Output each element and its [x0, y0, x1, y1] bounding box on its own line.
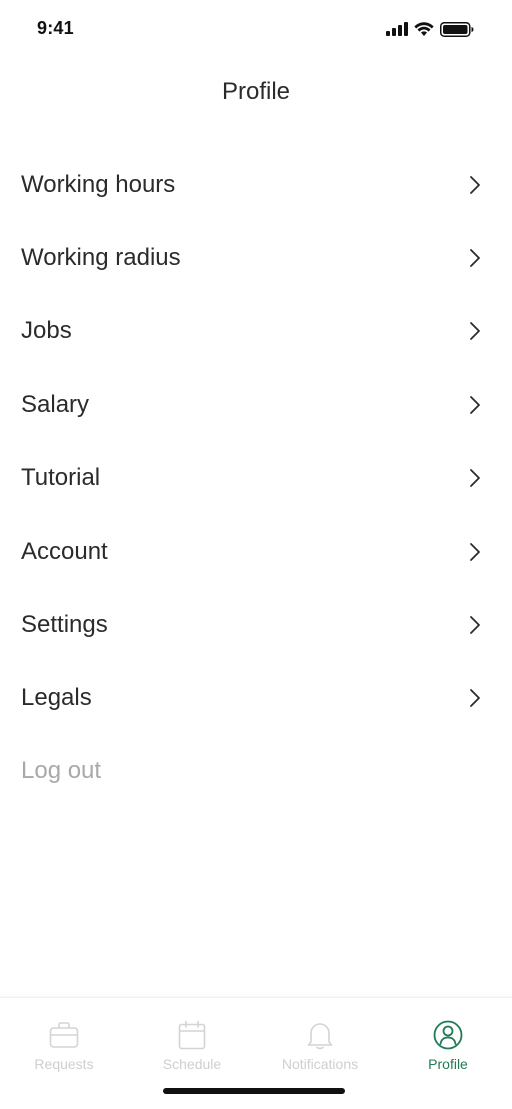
menu-item-label: Jobs: [21, 317, 72, 345]
logout-button[interactable]: Log out: [21, 757, 101, 785]
wifi-icon: [414, 21, 434, 37]
cellular-signal-icon: [386, 22, 408, 36]
tab-schedule[interactable]: Schedule: [128, 998, 256, 1088]
chevron-right-icon: [468, 175, 482, 195]
menu-item-label: Salary: [21, 390, 90, 418]
menu-item-label: Settings: [21, 611, 108, 639]
tab-profile[interactable]: Profile: [384, 998, 512, 1088]
status-icons: [386, 19, 474, 39]
menu-item-working-radius[interactable]: Working radius: [0, 221, 512, 294]
battery-icon: [440, 21, 474, 37]
menu-item-salary[interactable]: Salary: [0, 368, 512, 441]
menu-item-label: Working radius: [21, 244, 181, 272]
calendar-icon: [176, 1019, 208, 1051]
menu-item-working-hours[interactable]: Working hours: [0, 148, 512, 221]
menu-item-legals[interactable]: Legals: [0, 662, 512, 735]
tab-label: Requests: [34, 1056, 94, 1072]
chevron-right-icon: [468, 395, 482, 415]
menu-item-label: Working hours: [21, 170, 176, 198]
menu-item-label: Account: [21, 537, 108, 565]
home-indicator: [163, 1088, 345, 1094]
user-circle-icon: [432, 1019, 464, 1051]
chevron-right-icon: [468, 321, 482, 341]
status-bar: 9:41: [0, 0, 512, 58]
chevron-right-icon: [468, 468, 482, 488]
tab-label: Schedule: [162, 1056, 222, 1072]
menu-item-settings[interactable]: Settings: [0, 588, 512, 661]
chevron-right-icon: [468, 615, 482, 635]
tab-label: Notifications: [281, 1056, 359, 1072]
menu-item-account[interactable]: Account: [0, 515, 512, 588]
tab-notifications[interactable]: Notifications: [256, 998, 384, 1088]
page-title: Profile: [221, 78, 291, 105]
status-time: 9:41: [37, 18, 74, 38]
menu-item-jobs[interactable]: Jobs: [0, 295, 512, 368]
profile-menu: Working hours Working radius Jobs Salary…: [0, 148, 512, 735]
briefcase-icon: [48, 1019, 80, 1051]
tab-label: Profile: [428, 1056, 468, 1072]
tab-requests[interactable]: Requests: [0, 998, 128, 1088]
menu-item-label: Legals: [21, 684, 92, 712]
chevron-right-icon: [468, 248, 482, 268]
bell-icon: [304, 1019, 336, 1051]
menu-item-tutorial[interactable]: Tutorial: [0, 442, 512, 515]
chevron-right-icon: [468, 688, 482, 708]
chevron-right-icon: [468, 542, 482, 562]
menu-item-label: Tutorial: [21, 464, 101, 492]
